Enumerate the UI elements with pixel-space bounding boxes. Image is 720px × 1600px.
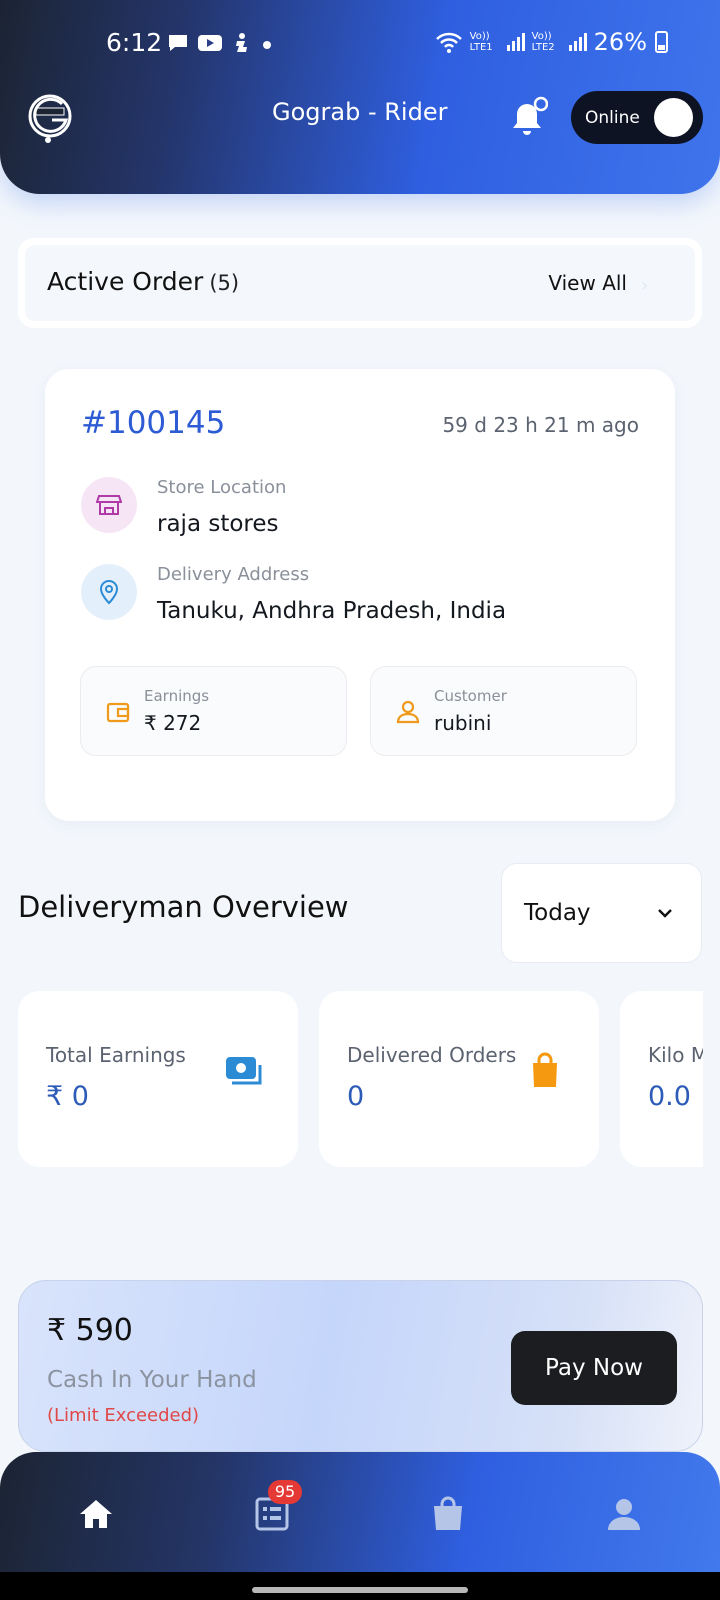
- store-location-row: Store Location raja stores: [81, 477, 641, 537]
- system-status: Vo)) LTE1 Vo)) LTE2 26%: [434, 28, 668, 56]
- money-icon: [226, 1057, 262, 1085]
- chevron-down-icon: [658, 909, 672, 918]
- cash-amount: ₹ 590: [47, 1313, 133, 1348]
- active-order-inner: Active Order (5) View All ›: [25, 245, 695, 321]
- delivery-address-label: Delivery Address: [157, 564, 310, 585]
- signal-icon: [506, 33, 525, 51]
- earnings-box: Earnings ₹ 272: [80, 666, 347, 756]
- shopping-bag-icon[interactable]: [428, 1494, 468, 1534]
- accessibility-icon: [236, 33, 247, 52]
- active-order-label: Active Order: [47, 267, 204, 296]
- overview-title: Deliveryman Overview: [18, 890, 349, 924]
- period-selected-value: Today: [524, 900, 591, 926]
- order-card[interactable]: #100145 59 d 23 h 21 m ago Store Locatio…: [45, 369, 675, 821]
- earnings-label: Earnings: [144, 687, 210, 705]
- youtube-icon: [198, 35, 222, 51]
- stat-label: Delivered Orders: [347, 1043, 517, 1067]
- signal-icon: [568, 33, 587, 51]
- online-label: Online: [585, 107, 640, 128]
- cash-label: Cash In Your Hand: [47, 1367, 257, 1393]
- orders-badge: 95: [268, 1480, 302, 1504]
- battery-icon: [655, 31, 668, 53]
- stat-value: 0: [347, 1081, 365, 1112]
- stat-value: 0.0: [648, 1081, 691, 1112]
- customer-value: rubini: [434, 711, 492, 735]
- wallet-icon: [106, 702, 130, 723]
- bottom-navigation: 95: [0, 1452, 720, 1572]
- status-time: 6:12: [106, 28, 163, 57]
- period-dropdown[interactable]: Today: [501, 863, 702, 963]
- gograb-logo[interactable]: [26, 90, 74, 146]
- limit-warning: (Limit Exceeded): [47, 1405, 200, 1426]
- map-pin-icon: [81, 564, 137, 620]
- notification-bell-icon[interactable]: [510, 96, 548, 138]
- app-header: 6:12 Vo)) LTE1 Vo)) LTE2 26% Gograb - Ri…: [0, 0, 720, 194]
- order-time: 59 d 23 h 21 m ago: [442, 413, 639, 437]
- pay-now-button[interactable]: Pay Now: [511, 1331, 677, 1405]
- dot-icon: [263, 41, 271, 49]
- app-title: Gograb - Rider: [272, 98, 448, 126]
- order-id: #100145: [81, 405, 226, 441]
- customer-label: Customer: [434, 687, 507, 705]
- view-all-link[interactable]: View All: [548, 271, 627, 295]
- stat-card-total-earnings[interactable]: Total Earnings ₹ 0: [18, 991, 298, 1167]
- toggle-knob: [654, 98, 693, 137]
- delivery-address-row: Delivery Address Tanuku, Andhra Pradesh,…: [81, 564, 641, 624]
- sim1-label: Vo)) LTE1: [469, 31, 493, 53]
- notification-icons: [167, 32, 275, 54]
- stat-label: Kilo M: [648, 1043, 703, 1067]
- earnings-value: ₹ 272: [144, 711, 202, 735]
- store-location-label: Store Location: [157, 477, 287, 498]
- cash-in-hand-card: ₹ 590 Cash In Your Hand (Limit Exceeded)…: [18, 1280, 703, 1452]
- active-order-title: Active Order (5): [47, 267, 239, 296]
- active-order-bar: Active Order (5) View All ›: [18, 238, 702, 328]
- customer-box: Customer rubini: [370, 666, 637, 756]
- sim2-label: Vo)) LTE2: [531, 31, 555, 53]
- status-bar: 6:12 Vo)) LTE1 Vo)) LTE2 26%: [0, 28, 720, 62]
- system-nav-bar: [0, 1572, 720, 1600]
- bag-icon: [533, 1052, 557, 1087]
- home-icon[interactable]: [76, 1494, 116, 1534]
- battery-percent: 26%: [593, 28, 647, 56]
- stats-carousel[interactable]: Total Earnings ₹ 0 Delivered Orders 0 Ki…: [18, 991, 703, 1167]
- online-toggle[interactable]: Online: [571, 91, 703, 144]
- profile-icon[interactable]: [604, 1494, 644, 1534]
- home-gesture-bar[interactable]: [252, 1587, 468, 1593]
- store-icon: [81, 477, 137, 533]
- delivery-address-value: Tanuku, Andhra Pradesh, India: [157, 598, 507, 624]
- stat-card-kilometers[interactable]: Kilo M 0.0: [620, 991, 703, 1167]
- store-location-value: raja stores: [157, 511, 279, 537]
- wifi-icon: [435, 32, 462, 53]
- message-icon: [169, 35, 187, 51]
- user-icon: [396, 700, 420, 724]
- stat-card-delivered-orders[interactable]: Delivered Orders 0: [319, 991, 599, 1167]
- active-order-count: (5): [209, 271, 240, 295]
- chevron-right-icon: ›: [641, 275, 649, 296]
- stat-label: Total Earnings: [46, 1043, 186, 1067]
- stat-value: ₹ 0: [46, 1081, 89, 1112]
